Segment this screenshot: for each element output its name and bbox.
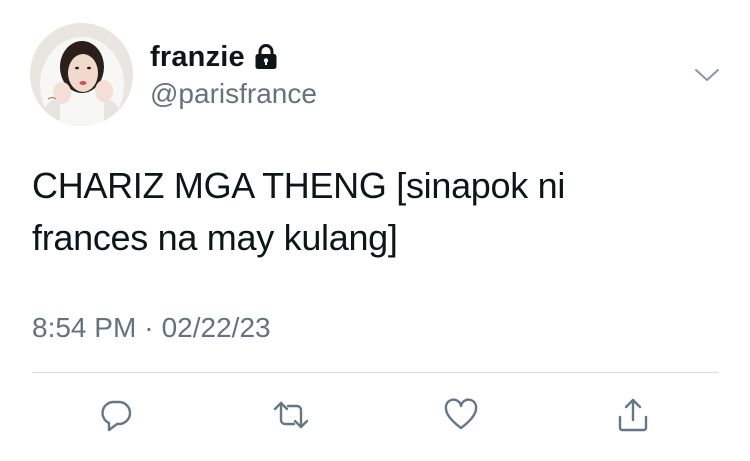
tweet-date: 02/22/23 — [161, 312, 271, 343]
tweet-text: CHARIZ MGA THENG [sinapok ni frances na … — [32, 165, 566, 258]
speech-bubble-icon — [101, 400, 132, 432]
timestamp-separator: · — [144, 312, 154, 343]
retweet-button[interactable] — [268, 390, 314, 440]
display-name[interactable]: franzie — [150, 41, 245, 74]
name-row: franzie — [150, 39, 279, 75]
divider — [32, 372, 718, 373]
heart-icon — [444, 398, 478, 430]
chevron-down-icon[interactable] — [692, 62, 722, 86]
share-upload-icon — [618, 398, 648, 432]
tweet-time: 8:54 PM — [32, 312, 137, 343]
action-bar — [0, 390, 750, 440]
like-button[interactable] — [438, 390, 484, 440]
lock-icon — [253, 43, 279, 71]
reply-button[interactable] — [93, 390, 139, 440]
avatar[interactable] — [30, 23, 133, 126]
timestamp[interactable]: 8:54 PM · 02/22/23 — [32, 312, 271, 344]
user-handle[interactable]: @parisfrance — [150, 78, 317, 110]
share-button[interactable] — [610, 390, 656, 440]
tweet-card: franzie @parisfrance CHARIZ MGA THENG [s… — [0, 0, 750, 461]
avatar-photo — [30, 23, 133, 126]
retweet-arrows-icon — [273, 401, 309, 429]
